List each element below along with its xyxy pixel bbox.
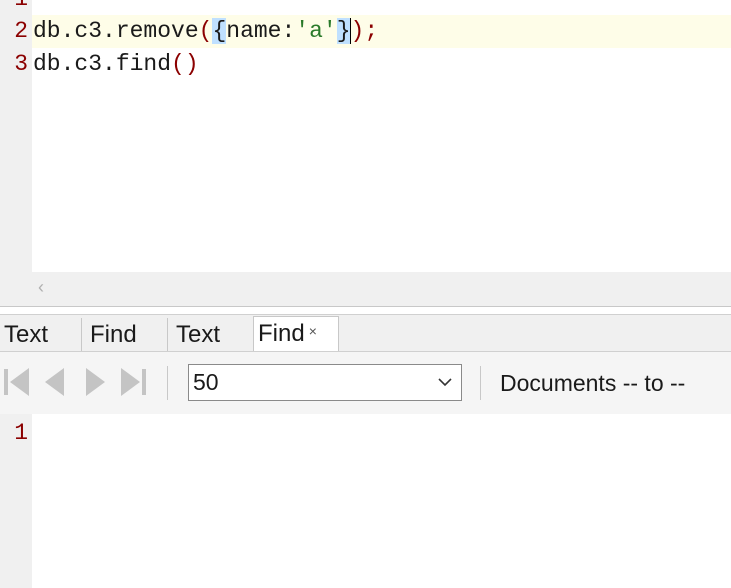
tab-find-2[interactable]: Find × (253, 316, 339, 352)
toolbar-separator (167, 366, 168, 400)
page-size-value: 50 (193, 369, 219, 395)
tab-text-2[interactable]: Text (172, 318, 254, 351)
last-page-icon[interactable] (118, 365, 148, 399)
toolbar-separator (480, 366, 481, 400)
result-viewer[interactable]: 1 (0, 414, 731, 588)
code-line-2[interactable]: db.c3.remove({name:'a'}); (32, 15, 731, 48)
line-number: 2 (14, 18, 28, 44)
tab-find-1[interactable]: Find (86, 318, 168, 351)
code-paren: ) (350, 18, 365, 44)
documents-range-label: Documents -- to -- (500, 370, 686, 396)
tab-label: Find (258, 320, 305, 347)
first-page-icon[interactable] (2, 365, 32, 399)
result-gutter: 1 (0, 414, 32, 588)
editor-gutter: 1 2 3 (0, 0, 32, 272)
code-string: 'a' (295, 18, 337, 44)
next-page-icon[interactable] (80, 365, 110, 399)
code-semicolon: ; (364, 18, 379, 44)
code-object: db.c3.find (33, 51, 172, 77)
pagination-toolbar: 50 Documents -- to -- (0, 351, 731, 415)
code-paren: ( (198, 18, 213, 44)
horizontal-scrollbar[interactable]: ‹ (0, 272, 731, 307)
chevron-down-icon[interactable] (437, 375, 453, 394)
query-editor[interactable]: 1 2 3 db.c3.remove({name:'a'}); db.c3.fi… (0, 0, 731, 272)
line-number: 1 (14, 420, 28, 446)
code-object: db.c3.remove (33, 18, 199, 44)
tab-text-1[interactable]: Text (0, 318, 82, 351)
line-number: 3 (14, 51, 28, 77)
line-number: 1 (0, 0, 28, 16)
page-size-select[interactable]: 50 (188, 364, 462, 401)
code-paren: () (171, 51, 199, 77)
close-tab-icon[interactable]: × (309, 323, 317, 339)
tab-label: Text (4, 321, 49, 348)
code-key: name: (226, 18, 296, 44)
code-brace-close: } (336, 18, 351, 44)
result-tabs: Text Find Text Find × (0, 314, 731, 352)
code-line-3[interactable]: db.c3.find() (33, 48, 199, 81)
tab-label: Find (90, 321, 137, 348)
code-brace-open: { (212, 18, 227, 44)
scroll-left-icon[interactable]: ‹ (38, 277, 44, 298)
previous-page-icon[interactable] (40, 365, 70, 399)
tab-label: Text (176, 321, 221, 348)
